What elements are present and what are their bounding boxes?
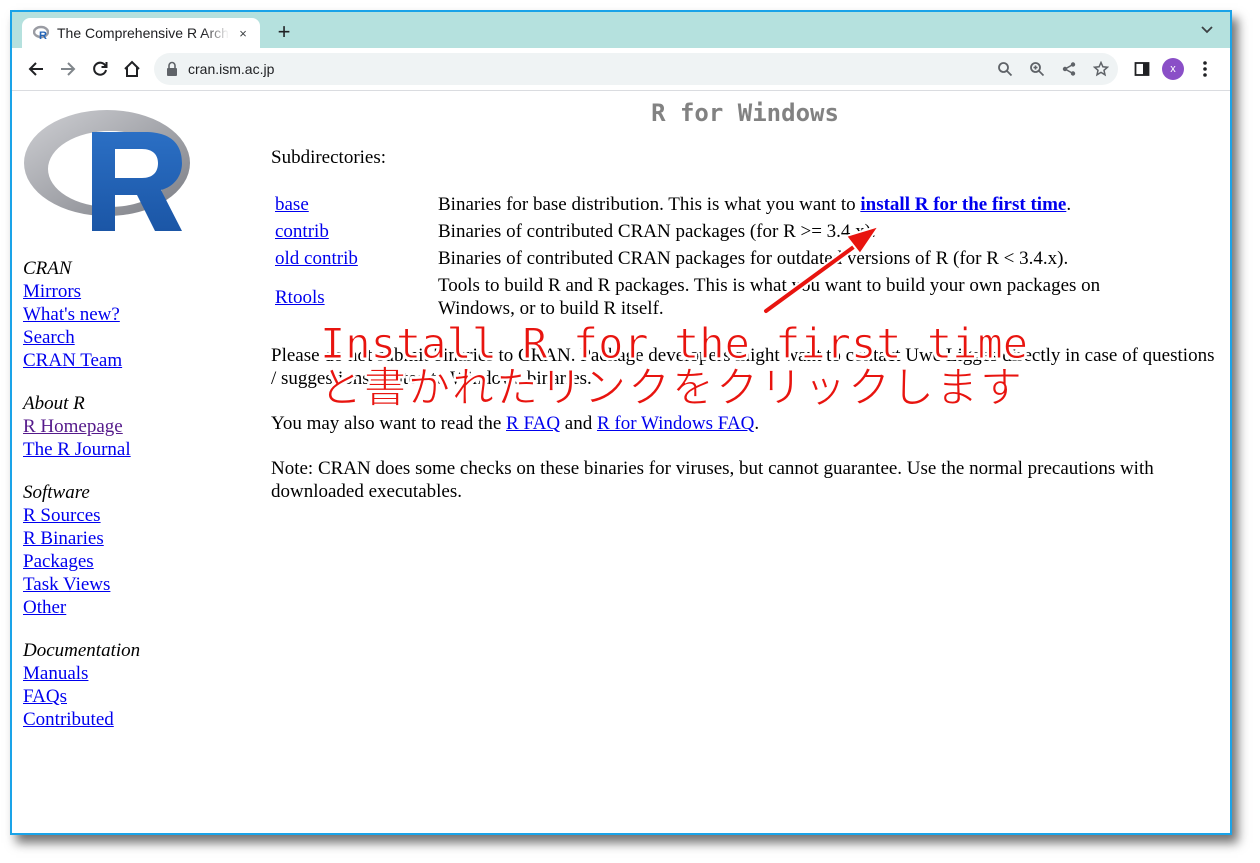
sidebar-link-whats-new[interactable]: What's new?: [23, 303, 233, 326]
sidebar: CRAN Mirrors What's new? Search CRAN Tea…: [23, 257, 233, 751]
sidebar-link-r-sources[interactable]: R Sources: [23, 504, 233, 527]
zoom-icon[interactable]: [1028, 60, 1046, 78]
virus-note: Note: CRAN does some checks on these bin…: [271, 458, 1154, 502]
tab-menu-icon[interactable]: [1198, 21, 1216, 39]
share-icon[interactable]: [1060, 60, 1078, 78]
address-bar[interactable]: [154, 53, 1118, 85]
sidebar-link-contributed[interactable]: Contributed: [23, 708, 233, 731]
sidebar-link-task-views[interactable]: Task Views: [23, 573, 233, 596]
sidebar-heading-software: Software: [23, 482, 90, 503]
sidebar-link-search[interactable]: Search: [23, 326, 233, 349]
sidebar-link-cran-team[interactable]: CRAN Team: [23, 349, 233, 372]
subdirectories-label: Subdirectories:: [271, 147, 387, 168]
sidebar-link-r-binaries[interactable]: R Binaries: [23, 527, 233, 550]
table-row: base Binaries for base distribution. Thi…: [273, 191, 1112, 218]
svg-text:R: R: [39, 30, 47, 41]
close-tab-icon[interactable]: ×: [235, 25, 251, 41]
base-link[interactable]: base: [275, 194, 309, 215]
new-tab-button[interactable]: +: [272, 21, 296, 45]
side-panel-icon[interactable]: [1130, 57, 1154, 81]
annotation-callout: Install R for the first time と書かれたリンクをクリ…: [319, 319, 1029, 412]
table-row: Rtools Tools to build R and R packages. …: [273, 272, 1112, 322]
contrib-description: Binaries of contributed CRAN packages (f…: [438, 221, 876, 242]
sidebar-link-packages[interactable]: Packages: [23, 550, 233, 573]
tab-strip: R The Comprehensive R Archive Network × …: [12, 12, 1230, 48]
reload-icon[interactable]: [88, 57, 112, 81]
sidebar-group-software: Software R Sources R Binaries Packages T…: [23, 481, 233, 619]
r-windows-faq-link[interactable]: R for Windows FAQ: [597, 413, 754, 434]
base-description-end: .: [1066, 194, 1072, 215]
tab-title: The Comprehensive R Archive Network: [57, 25, 229, 41]
rtools-description: Tools to build R and R packages. This is…: [438, 275, 1101, 319]
install-first-time-link[interactable]: install R for the first time: [860, 194, 1066, 215]
table-row: old contrib Binaries of contributed CRAN…: [273, 245, 1112, 272]
sidebar-link-other[interactable]: Other: [23, 596, 233, 619]
sidebar-link-faqs[interactable]: FAQs: [23, 685, 233, 708]
subdirectories-table: base Binaries for base distribution. Thi…: [273, 191, 1112, 322]
sidebar-heading-about-r: About R: [23, 393, 85, 414]
old-contrib-link[interactable]: old contrib: [275, 248, 358, 269]
page-content: CRAN Mirrors What's new? Search CRAN Tea…: [12, 91, 1230, 833]
profile-avatar[interactable]: x: [1162, 58, 1184, 80]
back-icon[interactable]: [24, 57, 48, 81]
r-faq-link[interactable]: R FAQ: [506, 413, 560, 434]
base-description: Binaries for base distribution. This is …: [438, 194, 861, 215]
rtools-link[interactable]: Rtools: [275, 287, 325, 308]
forward-icon[interactable]: [56, 57, 80, 81]
faq-end: .: [754, 413, 760, 434]
search-icon[interactable]: [996, 60, 1014, 78]
contrib-link[interactable]: contrib: [275, 221, 329, 242]
sidebar-link-manuals[interactable]: Manuals: [23, 662, 233, 685]
url-input[interactable]: [188, 61, 968, 77]
sidebar-link-r-homepage[interactable]: R Homepage: [23, 415, 233, 438]
tab-active[interactable]: R The Comprehensive R Archive Network ×: [22, 18, 260, 48]
sidebar-link-mirrors[interactable]: Mirrors: [23, 280, 233, 303]
browser-toolbar: x: [12, 48, 1230, 91]
r-favicon-icon: R: [33, 25, 49, 41]
annotation-line-2: と書かれたリンクをクリックします: [319, 363, 1025, 412]
home-icon[interactable]: [120, 57, 144, 81]
table-row: contrib Binaries of contributed CRAN pac…: [273, 218, 1112, 245]
old-contrib-description: Binaries of contributed CRAN packages fo…: [438, 248, 1069, 269]
sidebar-heading-documentation: Documentation: [23, 640, 141, 661]
faq-paragraph: You may also want to read the R FAQ and …: [271, 412, 1219, 435]
sidebar-link-r-journal[interactable]: The R Journal: [23, 438, 233, 461]
sidebar-heading-cran: CRAN: [23, 258, 72, 279]
annotation-line-1: Install R for the first time: [319, 319, 1029, 368]
sidebar-group-about-r: About R R Homepage The R Journal: [23, 392, 233, 461]
sidebar-group-documentation: Documentation Manuals FAQs Contributed: [23, 639, 233, 731]
sidebar-group-cran: CRAN Mirrors What's new? Search CRAN Tea…: [23, 257, 233, 372]
more-icon[interactable]: [1193, 57, 1217, 81]
lock-icon[interactable]: [166, 61, 180, 77]
faq-and: and: [560, 413, 597, 434]
r-logo[interactable]: [22, 99, 192, 235]
page-title: R for Windows: [651, 99, 839, 127]
star-icon[interactable]: [1092, 60, 1110, 78]
browser-window: R The Comprehensive R Archive Network × …: [10, 10, 1232, 835]
faq-text: You may also want to read the: [271, 413, 507, 434]
